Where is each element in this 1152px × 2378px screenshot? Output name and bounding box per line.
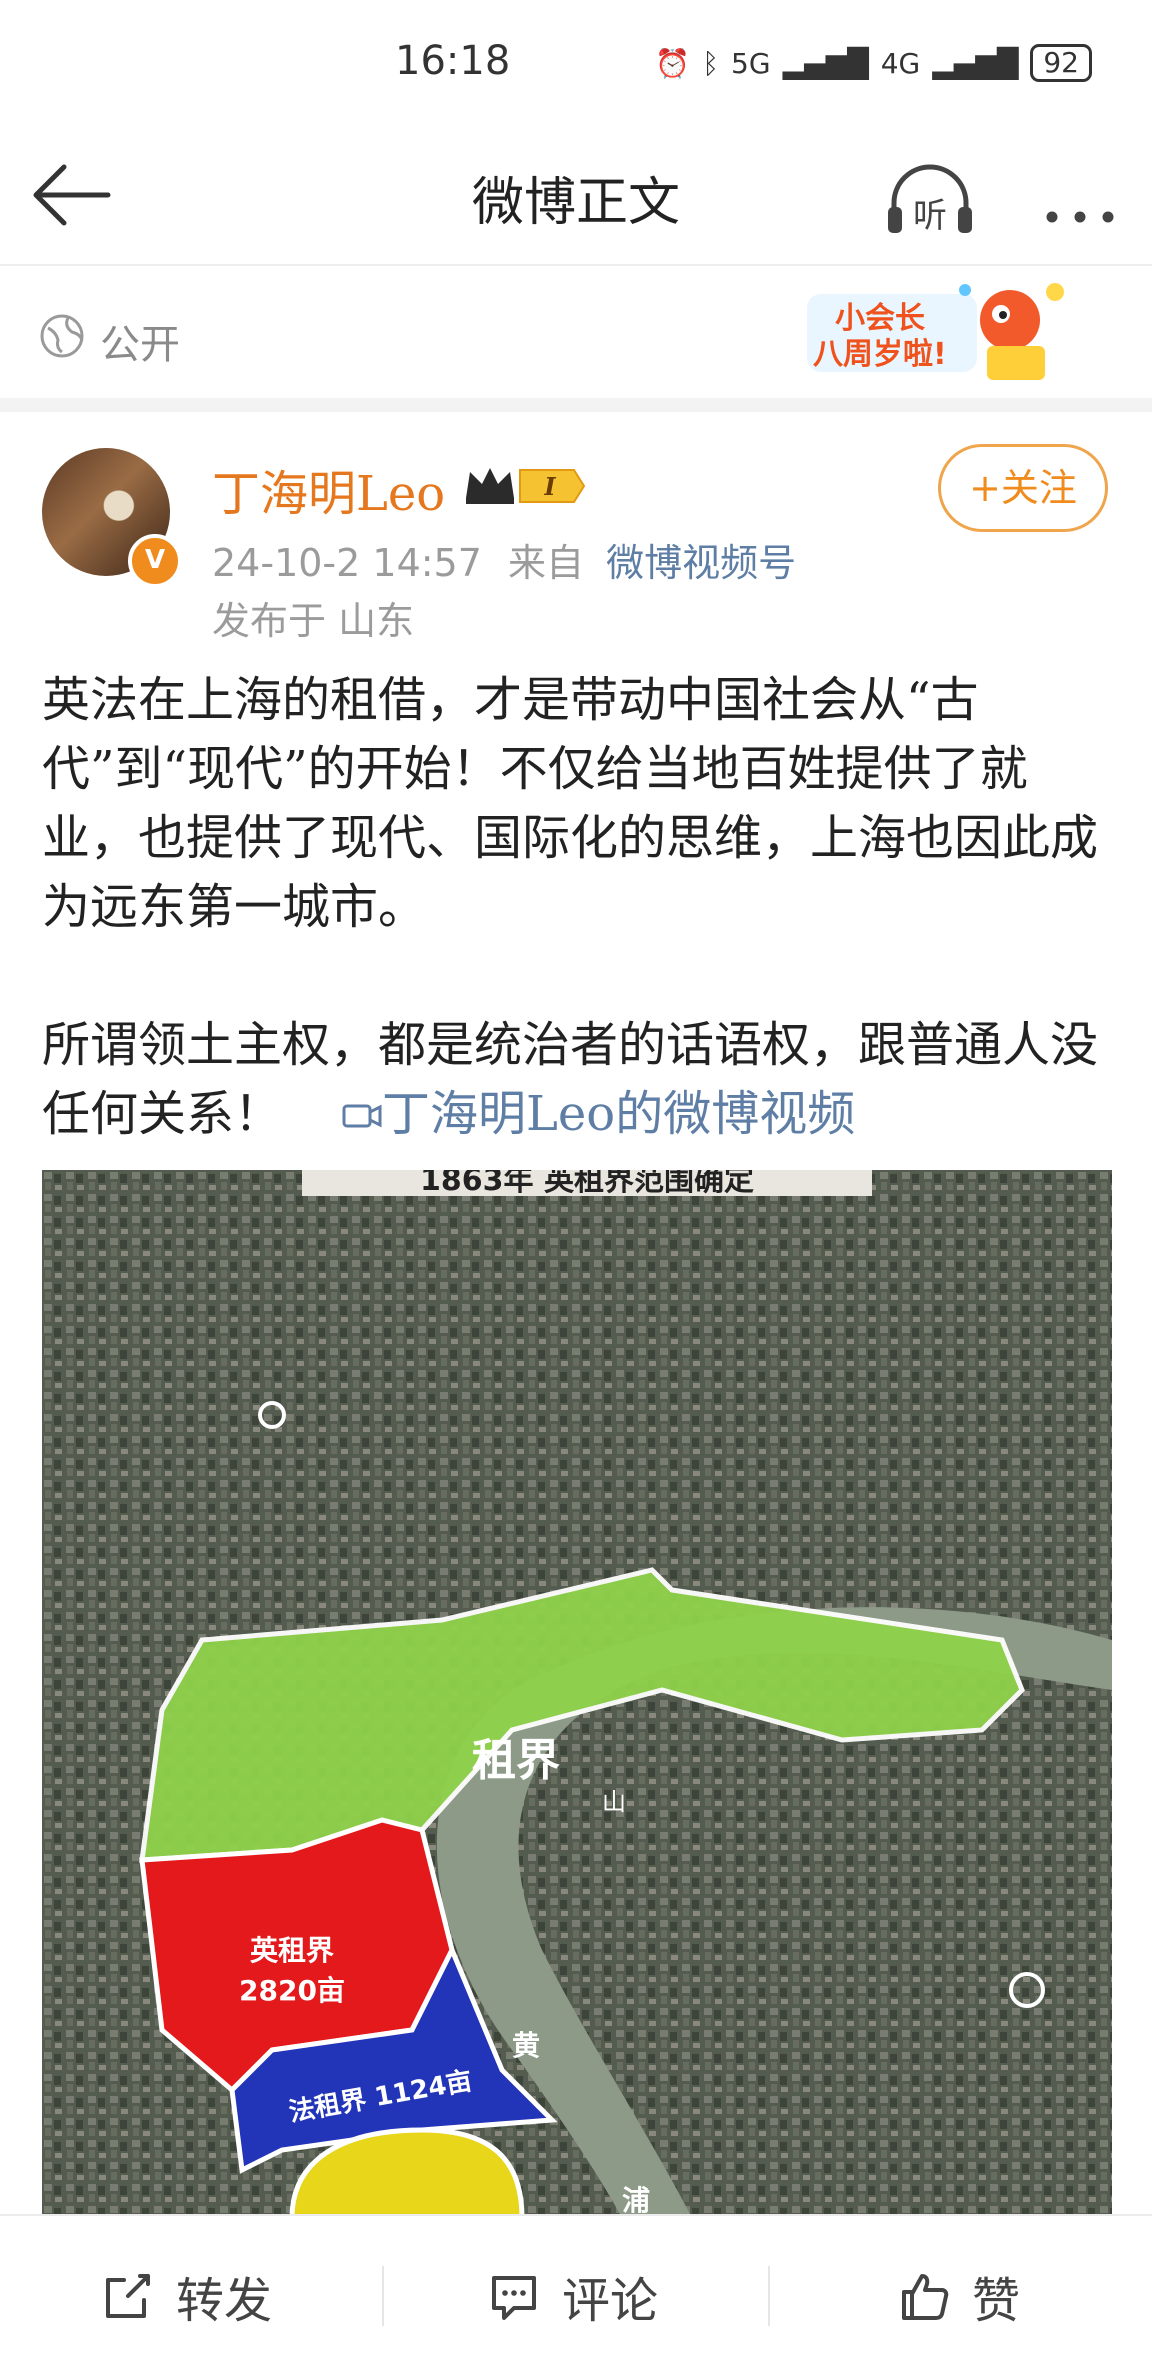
action-separator [382, 2266, 384, 2326]
promo-line1: 小会长 [835, 301, 925, 336]
post-date: 24-10-2 14:57 [212, 541, 482, 585]
follow-button[interactable]: +关注 [938, 444, 1108, 532]
post-location: 发布于 山东 [212, 599, 415, 643]
listen-button[interactable]: 听 [880, 155, 980, 245]
listen-label: 听 [913, 196, 947, 236]
comment-label: 评论 [562, 2273, 659, 2329]
public-concession-label: 租界 [472, 1735, 560, 1786]
post-source-link[interactable]: 微博视频号 [606, 541, 796, 585]
bottom-action-bar: 转发 评论 赞 [0, 2214, 1152, 2378]
post-meta: 24-10-2 14:57 来自 微博视频号 [212, 532, 796, 587]
status-icons: ⏰ ᛒ 5G ▂▄▆█ 4G ▂▄▆█ 92 [655, 44, 1092, 82]
member-level: I [543, 472, 556, 501]
river-label: 山 [602, 1788, 626, 1816]
verified-badge: V [128, 534, 182, 588]
repost-label: 转发 [176, 2273, 273, 2329]
more-options-button[interactable] [1030, 155, 1130, 245]
post-image-map[interactable]: 1863年 英租界范围确定 租界 英租界 2820亩 法租界 1124亩 山 黄… [42, 1170, 1112, 2218]
river-label: 浦 [622, 2184, 650, 2217]
british-concession-label: 英租界 [250, 1934, 334, 1967]
anniversary-promo-banner[interactable]: 小会长 八周岁啦! [805, 280, 1075, 388]
signal-icon: ▂▄▆█ [932, 46, 1019, 80]
member-crown-badge[interactable]: I [462, 462, 586, 508]
globe-icon [38, 312, 86, 364]
source-prefix: 来自 [508, 541, 585, 585]
visibility-row: 公开 小会长 八周岁啦! [0, 268, 1152, 398]
network-5g-label: 5G [731, 46, 771, 80]
repost-button[interactable]: 转发 [100, 2256, 272, 2336]
video-camera-icon [342, 1104, 382, 1128]
status-time: 16:18 [395, 38, 511, 84]
post-paragraph: 所谓领土主权，都是统治者的话语权，跟普通人没任何关系！ 丁海明Leo的微博视频 [42, 1011, 1122, 1149]
image-caption: 1863年 英租界范围确定 [420, 1170, 754, 1198]
battery-indicator: 92 [1030, 44, 1092, 82]
concession-map-image: 1863年 英租界范围确定 租界 英租界 2820亩 法租界 1124亩 山 黄… [42, 1170, 1112, 2218]
video-link[interactable]: 丁海明Leo的微博视频 [342, 1086, 855, 1142]
comment-button[interactable]: 评论 [486, 2256, 658, 2336]
comment-icon [492, 2276, 536, 2320]
visibility-label: 公开 [100, 322, 180, 368]
signal-icon: ▂▄▆█ [782, 46, 869, 80]
bluetooth-icon: ᛒ [702, 46, 720, 80]
british-concession-area-label: 2820亩 [239, 1974, 345, 2007]
author-name[interactable]: 丁海明Leo [212, 454, 445, 524]
share-icon [106, 2274, 150, 2318]
like-label: 赞 [972, 2273, 1021, 2329]
thumbs-up-icon [902, 2274, 949, 2320]
section-gap [0, 398, 1152, 412]
more-dots-icon [1046, 211, 1114, 223]
river-label: 黄 [512, 2029, 540, 2062]
promo-line2: 八周岁啦! [813, 337, 947, 372]
nav-bar: 微博正文 听 [0, 130, 1152, 260]
headphones-icon: 听 [888, 164, 972, 236]
post-paragraph: 英法在上海的租借，才是带动中国社会从“古代”到“现代”的开始！不仅给当地百姓提供… [42, 672, 1099, 935]
network-4g-label: 4G [880, 46, 921, 80]
like-button[interactable]: 赞 [896, 2256, 1020, 2336]
status-bar: 16:18 ⏰ ᛒ 5G ▂▄▆█ 4G ▂▄▆█ 92 [0, 0, 1152, 130]
alarm-icon: ⏰ [655, 46, 691, 80]
post-body: 英法在上海的租借，才是带动中国社会从“古代”到“现代”的开始！不仅给当地百姓提供… [42, 666, 1122, 1149]
video-link-text: 丁海明Leo的微博视频 [382, 1086, 856, 1142]
divider [0, 264, 1152, 266]
action-separator [768, 2266, 770, 2326]
